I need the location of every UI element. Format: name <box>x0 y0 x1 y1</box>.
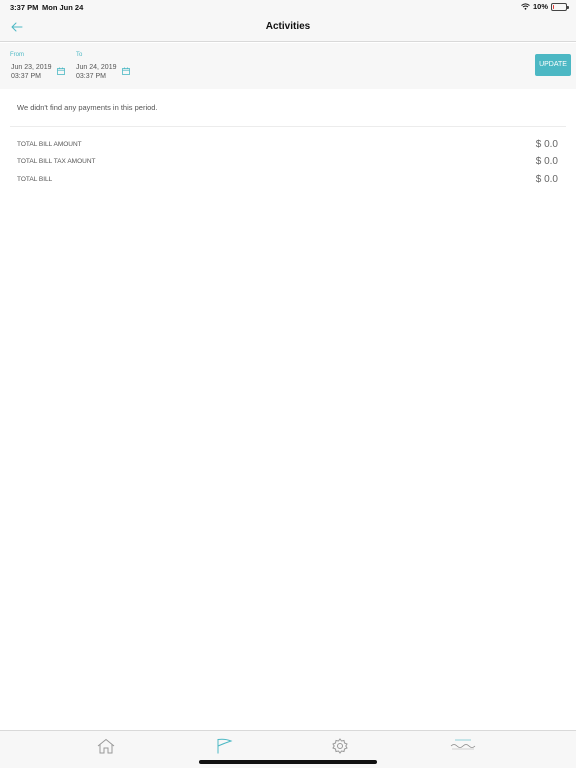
from-date: Jun 23, 2019 <box>11 64 52 71</box>
brand-logo-mark <box>450 739 476 750</box>
to-time: 03:37 PM <box>76 73 106 80</box>
battery-percent: 10% <box>532 2 548 11</box>
divider <box>10 126 566 127</box>
nav-bar: Activities <box>0 14 576 42</box>
total-label: TOTAL BILL <box>17 176 53 183</box>
battery-fill <box>553 4 554 9</box>
total-label: TOTAL BILL AMOUNT <box>17 141 82 148</box>
flag-icon[interactable] <box>214 738 234 754</box>
tab-bar <box>0 730 576 768</box>
to-date-picker[interactable]: Jun 24, 2019 03:37 PM <box>76 63 116 81</box>
from-time: 03:37 PM <box>11 73 41 80</box>
calendar-icon[interactable] <box>57 67 65 75</box>
total-value: $ 0.0 <box>535 174 558 185</box>
status-bar: 3:37 PM Mon Jun 24 10% <box>0 0 576 14</box>
to-label: To <box>76 52 83 58</box>
home-icon[interactable] <box>96 738 116 754</box>
total-label: TOTAL BILL TAX AMOUNT <box>17 158 96 165</box>
wifi-icon <box>521 3 530 10</box>
page-title: Activities <box>265 21 311 32</box>
home-indicator[interactable] <box>199 760 377 764</box>
empty-message: We didn't find any payments in this peri… <box>17 103 158 112</box>
to-date: Jun 24, 2019 <box>76 64 117 71</box>
from-date-picker[interactable]: Jun 23, 2019 03:37 PM <box>11 63 51 81</box>
update-button[interactable]: UPDATE <box>535 54 571 76</box>
status-time: 3:37 PM <box>10 3 39 12</box>
status-right: 10% <box>521 2 569 11</box>
from-label: From <box>10 52 24 58</box>
settings-icon[interactable] <box>330 738 350 754</box>
total-value: $ 0.0 <box>535 156 558 167</box>
brand-logo <box>449 737 477 753</box>
total-bill-row: TOTAL BILL $ 0.0 <box>17 174 558 186</box>
total-bill-amount-row: TOTAL BILL AMOUNT $ 0.0 <box>17 139 558 151</box>
total-value: $ 0.0 <box>535 139 558 150</box>
period-selector: From Jun 23, 2019 03:37 PM To Jun 24, 20… <box>0 43 576 89</box>
calendar-icon[interactable] <box>122 67 130 75</box>
total-bill-tax-amount-row: TOTAL BILL TAX AMOUNT $ 0.0 <box>17 156 558 168</box>
battery-icon <box>551 2 569 11</box>
status-date: Mon Jun 24 <box>42 3 84 12</box>
